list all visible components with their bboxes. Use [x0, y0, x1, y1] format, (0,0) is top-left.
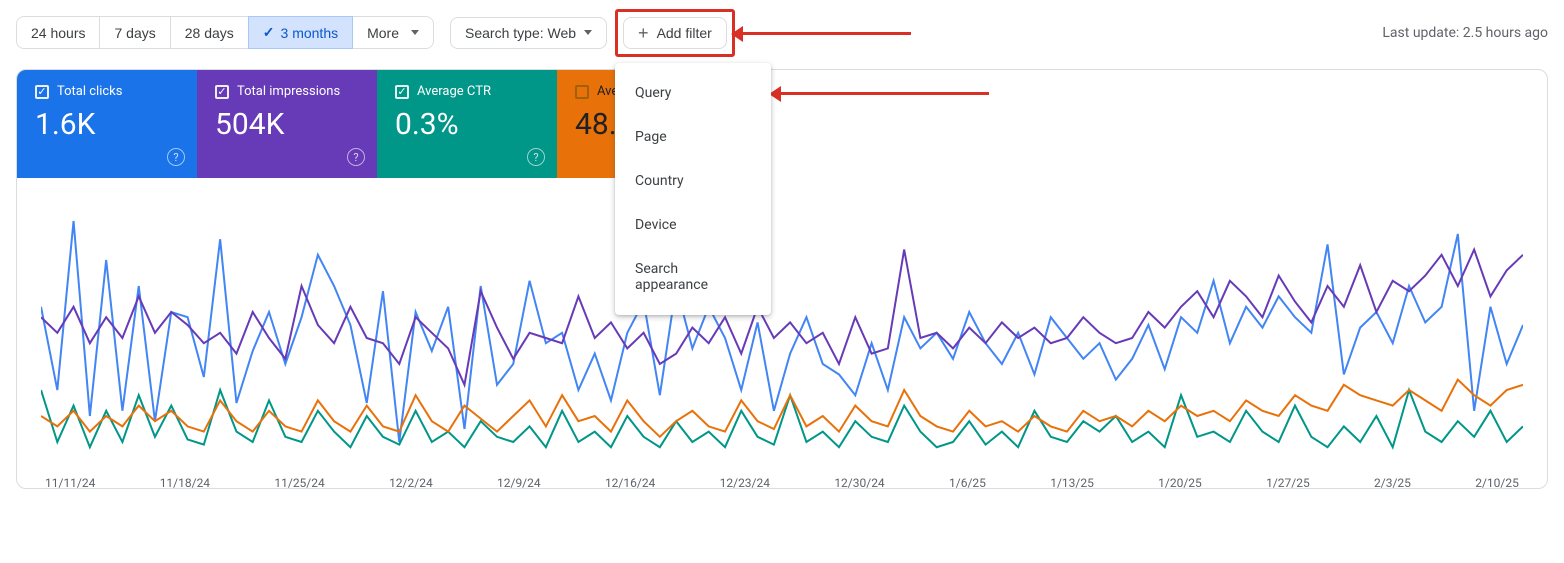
search-type-label: Search type: Web — [465, 25, 576, 41]
filter-menu-device[interactable]: Device — [615, 203, 771, 247]
x-tick: 11/11/24 — [45, 476, 95, 489]
metric-value: 1.6K — [35, 107, 179, 142]
add-filter-label: Add filter — [657, 25, 712, 41]
metric-value: 504K — [215, 107, 359, 142]
help-icon[interactable]: ? — [527, 148, 545, 166]
x-tick: 1/20/25 — [1158, 476, 1202, 489]
date-range-28-days[interactable]: 28 days — [170, 16, 249, 49]
x-tick: 1/13/25 — [1050, 476, 1094, 489]
x-tick: 2/10/25 — [1475, 476, 1519, 489]
filter-menu-search-appearance[interactable]: Search appearance — [615, 247, 771, 307]
plus-icon: + — [638, 26, 649, 40]
annotation-arrow — [741, 32, 911, 35]
metric-label: Total impressions — [237, 84, 340, 99]
add-filter-button[interactable]: + Add filter — [623, 17, 727, 49]
filter-menu-page[interactable]: Page — [615, 115, 771, 159]
x-tick: 1/6/25 — [949, 476, 986, 489]
metric-checkbox[interactable] — [575, 85, 589, 99]
metric-total-clicks[interactable]: Total clicks 1.6K? — [17, 70, 197, 178]
help-icon[interactable]: ? — [167, 148, 185, 166]
x-tick: 12/30/24 — [834, 476, 884, 489]
date-range-more[interactable]: More — [352, 16, 434, 49]
add-filter-menu: QueryPageCountryDeviceSearch appearance — [615, 63, 771, 315]
date-range-label: 28 days — [185, 25, 234, 41]
check-icon — [263, 24, 275, 41]
caret-down-icon — [411, 30, 419, 35]
chart-area: 11/11/24 11/18/24 11/25/24 12/2/24 12/9/24 12… — [17, 178, 1547, 488]
x-tick: 12/9/24 — [497, 476, 541, 489]
more-label: More — [367, 25, 399, 41]
metric-value: 0.3% — [395, 107, 539, 142]
date-range-label: 24 hours — [31, 25, 85, 41]
help-icon[interactable]: ? — [347, 148, 365, 166]
metric-checkbox[interactable] — [215, 85, 229, 99]
x-axis: 11/11/24 11/18/24 11/25/24 12/2/24 12/9/24 12… — [41, 468, 1523, 489]
last-update-text: Last update: 2.5 hours ago — [1382, 25, 1548, 41]
filter-menu-query[interactable]: Query — [615, 71, 771, 115]
line-chart — [41, 208, 1523, 468]
metric-label: Average CTR — [417, 84, 491, 99]
date-range-3-months[interactable]: 3 months — [248, 16, 353, 49]
x-tick: 2/3/25 — [1374, 476, 1411, 489]
metric-total-impressions[interactable]: Total impressions 504K? — [197, 70, 377, 178]
caret-down-icon — [584, 30, 592, 35]
series-total-impressions — [41, 250, 1523, 385]
metric-checkbox[interactable] — [35, 85, 49, 99]
date-range-24-hours[interactable]: 24 hours — [16, 16, 100, 49]
performance-card: Total clicks1.6K?Total impressions504K?A… — [16, 69, 1548, 489]
x-tick: 11/18/24 — [160, 476, 210, 489]
date-range-7-days[interactable]: 7 days — [99, 16, 170, 49]
x-tick: 12/2/24 — [389, 476, 433, 489]
filter-menu-country[interactable]: Country — [615, 159, 771, 203]
metric-label: Total clicks — [57, 84, 122, 99]
search-type-select[interactable]: Search type: Web — [450, 17, 607, 49]
x-tick: 1/27/25 — [1266, 476, 1310, 489]
toolbar: 24 hours 7 days 28 days 3 months More Search… — [16, 16, 1548, 49]
x-tick: 12/23/24 — [720, 476, 770, 489]
date-range-label: 7 days — [114, 25, 155, 41]
metric-average-ctr[interactable]: Average CTR 0.3%? — [377, 70, 557, 178]
date-range-group: 24 hours 7 days 28 days 3 months More — [16, 16, 434, 49]
x-tick: 12/16/24 — [605, 476, 655, 489]
series-average-position — [41, 380, 1523, 437]
x-tick: 11/25/24 — [274, 476, 324, 489]
date-range-label: 3 months — [281, 25, 339, 41]
metrics-row: Total clicks1.6K?Total impressions504K?A… — [17, 70, 1547, 178]
metric-checkbox[interactable] — [395, 85, 409, 99]
